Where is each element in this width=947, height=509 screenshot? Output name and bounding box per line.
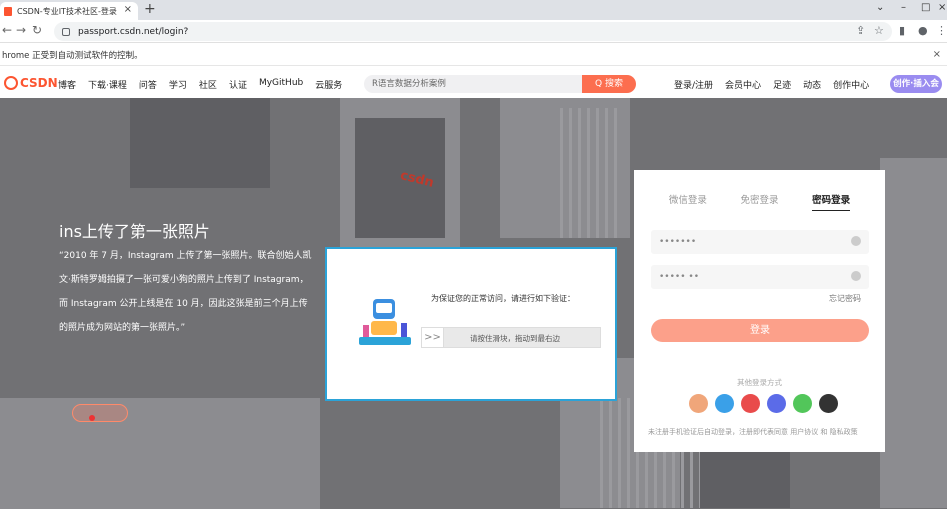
login-register-link[interactable]: 登录/注册 bbox=[674, 78, 713, 91]
nav-item[interactable]: 学习 bbox=[169, 78, 187, 91]
captcha-slider-track[interactable]: >> 请按住滑块，拖动到最右边 bbox=[421, 327, 601, 348]
back-icon[interactable]: ← bbox=[2, 23, 12, 37]
nav-item[interactable]: 云服务 bbox=[315, 78, 342, 91]
create-button[interactable]: 创作·插入会 bbox=[890, 75, 942, 93]
captcha-prompt: 为保证您的正常访问，请进行如下验证： bbox=[431, 294, 575, 303]
creator-center-link[interactable]: 创作中心 bbox=[833, 78, 869, 91]
nav-item[interactable]: 社区 bbox=[199, 78, 217, 91]
decor-tower bbox=[880, 158, 947, 508]
forgot-password-link[interactable]: 忘记密码 bbox=[829, 293, 861, 304]
decor-machine bbox=[130, 98, 270, 188]
logo-text: CSDN bbox=[20, 76, 58, 90]
site-header: CSDN 博客 下载·课程 问答 学习 社区 认证 MyGitHub 云服务 R… bbox=[0, 70, 947, 98]
new-tab-button[interactable]: + bbox=[144, 1, 156, 17]
infobar-close-icon[interactable]: × bbox=[933, 49, 941, 60]
terms-text: 未注册手机验证后自动登录，注册即代表同意 用户协议 和 隐私政策 bbox=[648, 428, 858, 436]
nav-item[interactable]: 博客 bbox=[58, 78, 76, 91]
feed-link[interactable]: 动态 bbox=[803, 78, 821, 91]
url-text: passport.csdn.net/login? bbox=[78, 26, 189, 37]
logo-mark-icon bbox=[4, 76, 18, 90]
banner-dot bbox=[89, 415, 95, 421]
login-tabs: 微信登录 免密登录 密码登录 bbox=[634, 192, 885, 211]
banner-slide-button[interactable] bbox=[72, 404, 128, 422]
avatar-login-icon[interactable] bbox=[689, 394, 708, 413]
tab-password-login[interactable]: 密码登录 bbox=[812, 192, 851, 211]
chevron-down-icon[interactable]: ⌄ bbox=[876, 2, 884, 13]
main-nav: 博客 下载·课程 问答 学习 社区 认证 MyGitHub 云服务 bbox=[58, 78, 354, 91]
slider-hint: 请按住滑块，拖动到最右边 bbox=[470, 334, 560, 343]
nav-item[interactable]: MyGitHub bbox=[259, 78, 303, 91]
maximize-icon[interactable]: □ bbox=[921, 2, 930, 13]
minimize-icon[interactable]: – bbox=[901, 2, 906, 13]
tab-title: CSDN-专业IT技术社区-登录 bbox=[17, 6, 117, 16]
reload-icon[interactable]: ↻ bbox=[32, 23, 42, 37]
infobar-text: hrome 正受到自动测试软件的控制。 bbox=[2, 50, 143, 61]
bookmark-star-icon[interactable]: ☆ bbox=[874, 24, 884, 37]
phone-icon[interactable] bbox=[793, 394, 812, 413]
username-value: ••••••• bbox=[659, 237, 697, 247]
search-input[interactable]: R语言数据分析案例 bbox=[364, 75, 582, 93]
tab-wechat-login[interactable]: 微信登录 bbox=[669, 192, 707, 211]
tab-code-login[interactable]: 免密登录 bbox=[740, 192, 778, 211]
browser-tab-strip: CSDN-专业IT技术社区-登录 × + ⌄ – □ × bbox=[0, 0, 947, 20]
user-nav: 登录/注册 会员中心 足迹 动态 创作中心 bbox=[674, 78, 881, 91]
password-value: ••••• •• bbox=[659, 272, 700, 282]
other-login-label: 其他登录方式 bbox=[737, 378, 782, 387]
lock-icon bbox=[62, 27, 70, 36]
eye-icon[interactable] bbox=[851, 271, 861, 281]
clear-icon[interactable] bbox=[851, 236, 861, 246]
github-icon[interactable] bbox=[819, 394, 838, 413]
hero-title: ins上传了第一张照片 bbox=[59, 222, 210, 241]
share-icon[interactable]: ⇪ bbox=[856, 24, 865, 37]
hero-paragraph: “2010 年 7 月，Instagram 上传了第一张照片。联合创始人凯文·斯… bbox=[59, 251, 312, 333]
login-panel: 微信登录 免密登录 密码登录 ••••••• ••••• •• 忘记密码 登录 … bbox=[634, 170, 885, 452]
history-link[interactable]: 足迹 bbox=[773, 78, 791, 91]
nav-item[interactable]: 问答 bbox=[139, 78, 157, 91]
baidu-icon[interactable] bbox=[767, 394, 786, 413]
menu-icon[interactable]: ⋮ bbox=[936, 24, 947, 37]
forward-icon[interactable]: → bbox=[16, 23, 26, 37]
automation-infobar: hrome 正受到自动测试软件的控制。 × bbox=[0, 44, 947, 66]
search-button[interactable]: Q 搜索 bbox=[582, 75, 636, 93]
decor-vent bbox=[560, 108, 620, 238]
browser-tab[interactable]: CSDN-专业IT技术社区-登录 × bbox=[0, 2, 138, 20]
csdn-favicon-icon bbox=[4, 6, 12, 16]
robot-illustration-icon bbox=[359, 299, 411, 347]
nav-item[interactable]: 下载·课程 bbox=[88, 78, 127, 91]
tab-close-icon[interactable]: × bbox=[124, 4, 132, 15]
social-login-list bbox=[689, 394, 845, 413]
vip-center-link[interactable]: 会员中心 bbox=[725, 78, 761, 91]
username-input[interactable]: ••••••• bbox=[651, 230, 869, 254]
password-input[interactable]: ••••• •• bbox=[651, 265, 869, 289]
weibo-icon[interactable] bbox=[741, 394, 760, 413]
csdn-logo[interactable]: CSDN bbox=[4, 76, 58, 90]
profile-icon[interactable]: ● bbox=[918, 24, 928, 37]
decor-conveyor bbox=[0, 398, 320, 509]
sidepanel-icon[interactable]: ▮ bbox=[899, 24, 905, 37]
login-button[interactable]: 登录 bbox=[651, 319, 869, 342]
address-bar: ← → ↻ passport.csdn.net/login? ⇪ ☆ ▮ ● ⋮ bbox=[0, 20, 947, 43]
captcha-dialog: 为保证您的正常访问，请进行如下验证： >> 请按住滑块，拖动到最右边 bbox=[325, 247, 617, 401]
url-input[interactable]: passport.csdn.net/login? bbox=[54, 22, 892, 41]
nav-item[interactable]: 认证 bbox=[229, 78, 247, 91]
slider-handle-icon[interactable]: >> bbox=[422, 328, 444, 347]
close-window-icon[interactable]: × bbox=[938, 2, 946, 13]
qq-icon[interactable] bbox=[715, 394, 734, 413]
